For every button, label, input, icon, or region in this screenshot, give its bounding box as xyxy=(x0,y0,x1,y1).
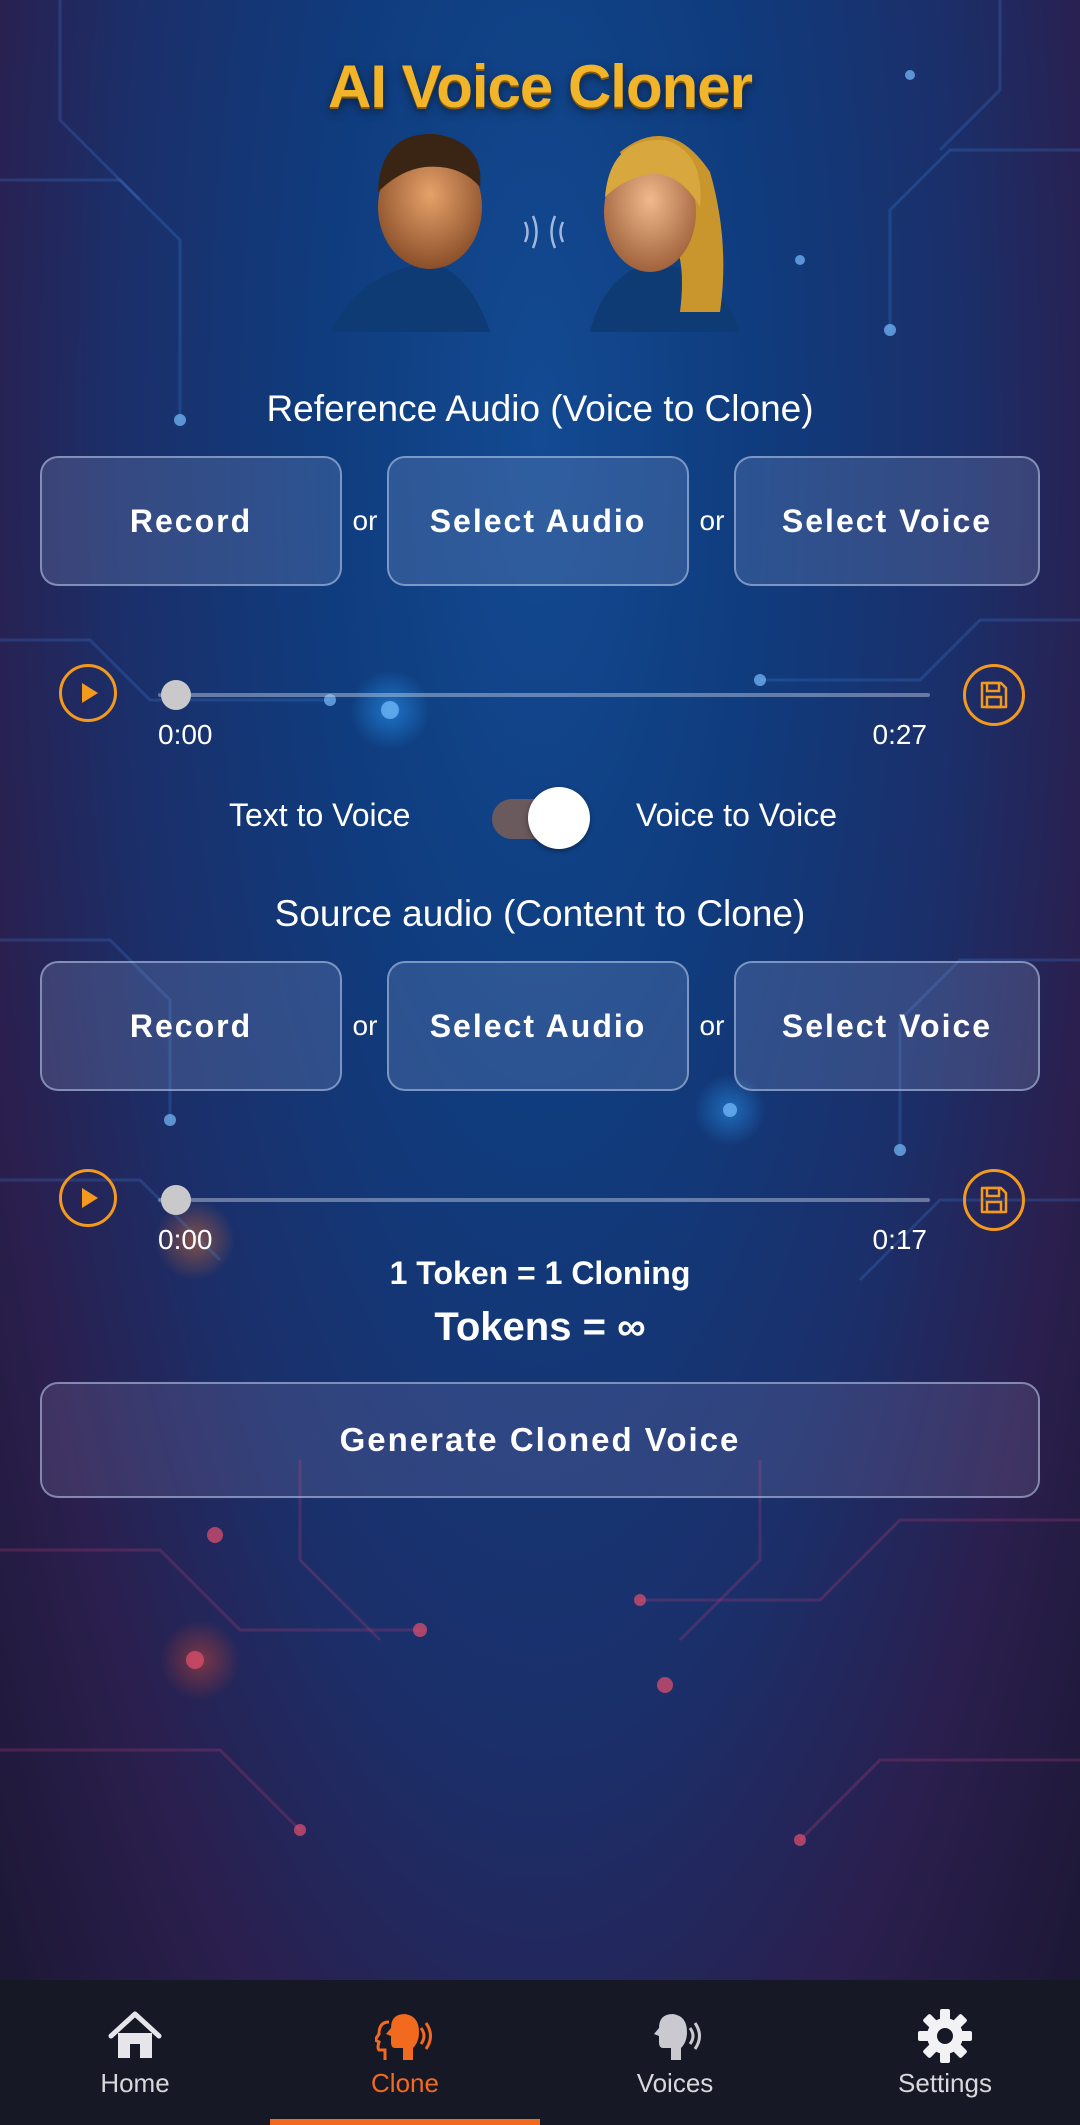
reference-save-button[interactable] xyxy=(963,664,1025,726)
reference-section-title: Reference Audio (Voice to Clone) xyxy=(266,388,814,429)
text-to-voice-label[interactable]: Text to Voice xyxy=(229,797,410,834)
hero-illustration xyxy=(330,133,740,332)
save-icon xyxy=(980,1186,1008,1214)
source-audio-player: 0:00 0:17 xyxy=(55,1169,1025,1269)
nav-label-home: Home xyxy=(100,2068,170,2098)
token-rate-text: 1 Token = 1 Cloning xyxy=(389,1255,691,1291)
nav-item-voices[interactable]: Voices xyxy=(540,1980,810,2125)
source-select-voice-button[interactable]: Select Voice xyxy=(734,961,1040,1091)
nav-item-clone[interactable]: Clone xyxy=(270,1980,540,2125)
play-icon xyxy=(82,1188,98,1208)
source-record-button[interactable]: Record xyxy=(40,961,342,1091)
reference-audio-player: 0:00 0:27 xyxy=(55,664,1025,764)
nav-label-settings: Settings xyxy=(898,2068,992,2098)
nav-item-settings[interactable]: Settings xyxy=(810,1980,1080,2125)
token-count-text: Tokens = ∞ xyxy=(434,1305,646,1349)
source-progress-track[interactable] xyxy=(158,1198,930,1202)
source-buttons: Record or Select Audio or Select Voice xyxy=(40,961,1040,1093)
or-separator: or xyxy=(352,505,378,536)
source-play-button[interactable] xyxy=(59,1169,117,1227)
play-icon xyxy=(82,683,98,703)
reference-progress-thumb[interactable] xyxy=(161,680,191,710)
nav-label-clone: Clone xyxy=(371,2068,439,2098)
save-icon xyxy=(980,681,1008,709)
reference-play-button[interactable] xyxy=(59,664,117,722)
source-section-title: Source audio (Content to Clone) xyxy=(274,893,806,934)
or-separator: or xyxy=(699,1010,725,1041)
home-icon xyxy=(108,2011,162,2058)
source-current-time: 0:00 xyxy=(158,1224,213,1255)
source-progress-thumb[interactable] xyxy=(161,1185,191,1215)
bottom-navigation: Home Clone Voices Settings xyxy=(0,1980,1080,2125)
reference-select-audio-button[interactable]: Select Audio xyxy=(387,456,689,586)
or-separator: or xyxy=(352,1010,378,1041)
mode-switch-knob[interactable] xyxy=(528,787,590,849)
reference-duration: 0:27 xyxy=(872,719,928,750)
voice-to-voice-label[interactable]: Voice to Voice xyxy=(636,797,837,834)
source-save-button[interactable] xyxy=(963,1169,1025,1231)
nav-item-home[interactable]: Home xyxy=(0,1980,270,2125)
reference-progress-track[interactable] xyxy=(158,693,930,697)
mode-toggle-row: Text to Voice Voice to Voice xyxy=(0,785,1080,849)
source-select-audio-button[interactable]: Select Audio xyxy=(387,961,689,1091)
gear-icon xyxy=(918,2009,972,2063)
or-separator: or xyxy=(699,505,725,536)
app-title: AI Voice Cloner xyxy=(328,53,753,120)
reference-source-buttons: Record or Select Audio or Select Voice xyxy=(40,456,1040,588)
nav-label-voices: Voices xyxy=(636,2068,714,2098)
reference-record-button[interactable]: Record xyxy=(40,456,342,586)
reference-select-voice-button[interactable]: Select Voice xyxy=(734,456,1040,586)
clone-icon xyxy=(375,2014,432,2060)
source-duration: 0:17 xyxy=(872,1224,928,1255)
reference-current-time: 0:00 xyxy=(158,719,213,750)
active-tab-indicator xyxy=(270,2119,540,2125)
generate-cloned-voice-button[interactable]: Generate Cloned Voice xyxy=(40,1382,1040,1498)
voices-icon xyxy=(654,2014,701,2060)
